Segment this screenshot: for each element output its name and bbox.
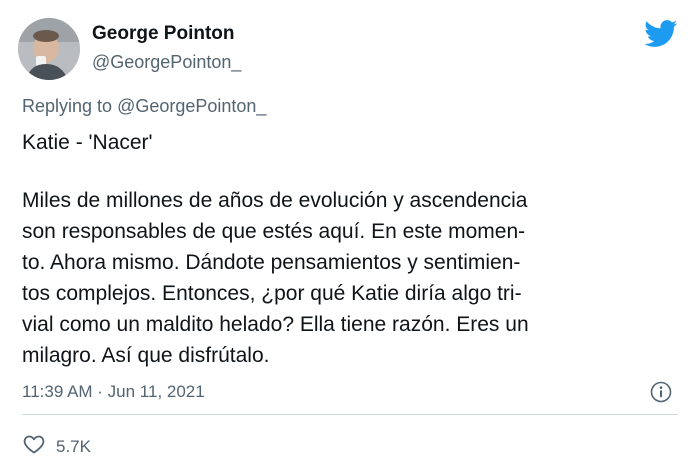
tweet-line: tos complejos. Entonces, ¿por qué Katie …: [22, 282, 522, 305]
tweet-body: Miles de millones de años de evolución y…: [22, 185, 682, 371]
author-name[interactable]: George Pointon: [92, 23, 235, 45]
reply-prefix: Replying to: [22, 96, 118, 116]
tweet-line: milagro. Así que disfrútalo.: [22, 344, 270, 367]
like-count: 5.7K: [56, 436, 91, 456]
twitter-bird-icon[interactable]: [644, 20, 678, 48]
divider: [22, 414, 678, 415]
tweet-line: to. Ahora mismo. Dándote pensamientos y …: [22, 251, 521, 274]
tweet-timestamp[interactable]: 11:39 AM · Jun 11, 2021: [22, 382, 205, 402]
tweet-line: Miles de millones de años de evolución y…: [22, 189, 528, 212]
like-button[interactable]: 5.7K: [22, 432, 91, 461]
reply-context: Replying to @GeorgePointon_: [22, 96, 266, 117]
tweet-card: George Pointon @GeorgePointon_ Replying …: [0, 0, 700, 472]
avatar[interactable]: [18, 18, 80, 80]
tweet-title: Katie - 'Nacer': [22, 131, 153, 154]
heart-icon: [22, 432, 46, 461]
tweet-line: son responsables de que estés aquí. En e…: [22, 220, 526, 243]
author-handle[interactable]: @GeorgePointon_: [92, 52, 241, 73]
reply-mention-link[interactable]: @GeorgePointon_: [117, 96, 266, 116]
tweet-line: vial como un maldito helado? Ella tiene …: [22, 313, 529, 336]
info-icon[interactable]: [650, 381, 672, 403]
